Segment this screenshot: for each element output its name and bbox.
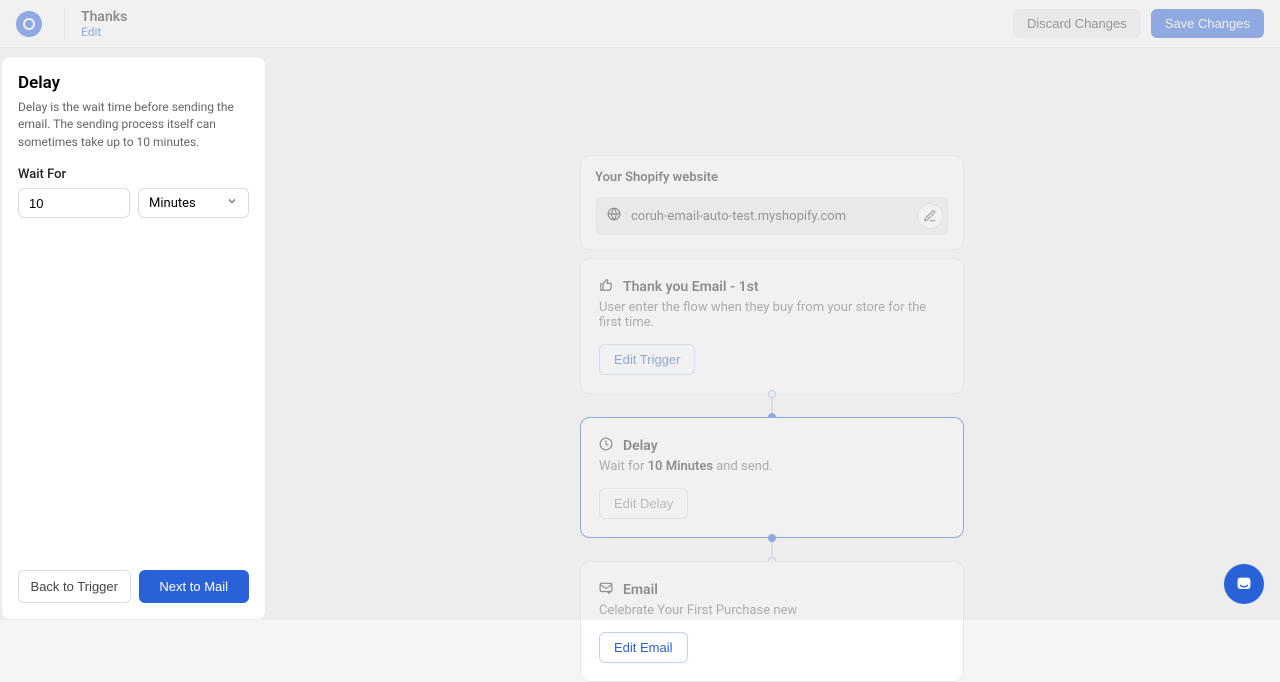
trigger-card: Thank you Email - 1st User enter the flo… xyxy=(580,258,964,394)
wait-value-input[interactable] xyxy=(18,188,130,218)
edit-delay-button[interactable]: Edit Delay xyxy=(599,488,688,519)
app-logo xyxy=(16,11,42,37)
clock-icon xyxy=(599,436,613,455)
back-to-trigger-button[interactable]: Back to Trigger xyxy=(18,570,131,603)
mail-check-icon xyxy=(599,580,613,599)
unit-select[interactable]: Minutes xyxy=(138,188,249,218)
connector xyxy=(771,394,773,417)
top-bar: Thanks Edit Discard Changes Save Changes xyxy=(0,0,1280,48)
panel-desc: Delay is the wait time before sending th… xyxy=(18,99,249,151)
trigger-desc: User enter the flow when they buy from y… xyxy=(599,300,945,330)
shopify-domain-pill: coruh-email-auto-test.myshopify.com xyxy=(595,197,949,235)
edit-trigger-button[interactable]: Edit Trigger xyxy=(599,344,695,375)
page-title-block: Thanks Edit xyxy=(81,9,127,39)
discard-changes-button[interactable]: Discard Changes xyxy=(1013,9,1141,38)
shopify-domain-text: coruh-email-auto-test.myshopify.com xyxy=(631,209,846,224)
email-title: Email xyxy=(623,582,658,598)
logo-ring-icon xyxy=(23,18,35,30)
flow-column: Your Shopify website coruh-email-auto-te… xyxy=(580,155,964,682)
chat-launcher[interactable] xyxy=(1224,564,1264,604)
connector xyxy=(771,538,773,561)
shopify-card: Your Shopify website coruh-email-auto-te… xyxy=(580,155,964,250)
email-desc: Celebrate Your First Purchase new xyxy=(599,603,945,618)
chevron-down-icon xyxy=(226,195,238,211)
delay-card[interactable]: Delay Wait for 10 Minutes and send. Edit… xyxy=(580,417,964,538)
divider xyxy=(64,8,65,40)
next-to-mail-button[interactable]: Next to Mail xyxy=(139,570,250,603)
globe-icon xyxy=(607,207,621,225)
save-changes-button[interactable]: Save Changes xyxy=(1151,9,1264,38)
unit-selected-text: Minutes xyxy=(149,196,196,211)
page-title: Thanks xyxy=(81,9,127,25)
panel-title: Delay xyxy=(18,73,249,93)
edit-domain-button[interactable] xyxy=(917,203,943,229)
delay-desc: Wait for 10 Minutes and send. xyxy=(599,459,945,474)
shopify-header: Your Shopify website xyxy=(595,170,949,185)
chat-icon xyxy=(1234,574,1254,594)
thumbs-up-icon xyxy=(599,277,613,296)
edit-link[interactable]: Edit xyxy=(81,25,127,39)
wait-for-label: Wait For xyxy=(18,167,249,182)
email-card: Email Celebrate Your First Purchase new … xyxy=(580,561,964,682)
delay-title: Delay xyxy=(623,438,658,454)
delay-side-panel: Delay Delay is the wait time before send… xyxy=(2,57,265,619)
trigger-title: Thank you Email - 1st xyxy=(623,279,759,295)
edit-email-button[interactable]: Edit Email xyxy=(599,632,688,663)
